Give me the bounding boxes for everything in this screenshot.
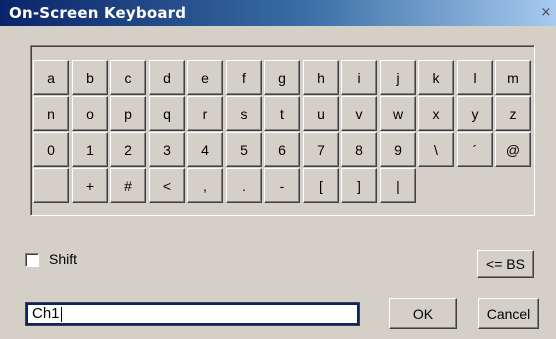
key-2-8[interactable]: 8 — [341, 132, 377, 167]
key-0-0[interactable]: a — [33, 60, 69, 95]
on-screen-keyboard-window: On-Screen Keyboard × abcdefghijklm nopqrs… — [0, 0, 556, 339]
key-0-7[interactable]: h — [303, 60, 339, 95]
key-3-7[interactable]: [ — [303, 168, 339, 203]
key-0-3[interactable]: d — [149, 60, 185, 95]
key-2-11[interactable]: ´ — [457, 132, 493, 167]
close-icon[interactable]: × — [539, 6, 553, 19]
key-1-1[interactable]: o — [72, 96, 108, 131]
key-1-7[interactable]: u — [303, 96, 339, 131]
key-2-4[interactable]: 4 — [187, 132, 223, 167]
ok-button[interactable]: OK — [389, 298, 457, 329]
text-input[interactable]: Ch1 — [25, 302, 360, 326]
key-3-1[interactable]: + — [72, 168, 108, 203]
key-1-6[interactable]: t — [264, 96, 300, 131]
key-3-5[interactable]: . — [226, 168, 262, 203]
key-0-10[interactable]: k — [418, 60, 454, 95]
key-1-12[interactable]: z — [495, 96, 531, 131]
key-2-7[interactable]: 7 — [303, 132, 339, 167]
key-1-2[interactable]: p — [110, 96, 146, 131]
key-0-1[interactable]: b — [72, 60, 108, 95]
key-0-6[interactable]: g — [264, 60, 300, 95]
shift-label: Shift — [49, 251, 78, 267]
backspace-button[interactable]: <= BS — [477, 250, 534, 278]
key-1-9[interactable]: w — [380, 96, 416, 131]
shift-checkbox[interactable] — [25, 253, 39, 267]
key-2-12[interactable]: @ — [495, 132, 531, 167]
key-2-2[interactable]: 2 — [110, 132, 146, 167]
key-2-3[interactable]: 3 — [149, 132, 185, 167]
key-1-5[interactable]: s — [226, 96, 262, 131]
key-0-5[interactable]: f — [226, 60, 262, 95]
key-0-12[interactable]: m — [495, 60, 531, 95]
text-caret — [60, 306, 62, 322]
key-0-8[interactable]: i — [341, 60, 377, 95]
key-3-8[interactable]: ] — [341, 168, 377, 203]
key-3-4[interactable]: , — [187, 168, 223, 203]
key-0-4[interactable]: e — [187, 60, 223, 95]
key-2-9[interactable]: 9 — [380, 132, 416, 167]
cancel-button[interactable]: Cancel — [478, 298, 539, 329]
key-0-11[interactable]: l — [457, 60, 493, 95]
key-3-0[interactable] — [33, 168, 69, 203]
key-0-9[interactable]: j — [380, 60, 416, 95]
text-input-value: Ch1 — [32, 305, 60, 322]
key-0-2[interactable]: c — [110, 60, 146, 95]
key-1-4[interactable]: r — [187, 96, 223, 131]
key-2-10[interactable]: \ — [418, 132, 454, 167]
key-1-11[interactable]: y — [457, 96, 493, 131]
key-2-0[interactable]: 0 — [33, 132, 69, 167]
key-1-10[interactable]: x — [418, 96, 454, 131]
title-bar: On-Screen Keyboard — [0, 0, 556, 26]
key-3-3[interactable]: < — [149, 168, 185, 203]
key-2-6[interactable]: 6 — [264, 132, 300, 167]
key-3-9[interactable]: | — [380, 168, 416, 203]
key-1-3[interactable]: q — [149, 96, 185, 131]
key-3-2[interactable]: # — [110, 168, 146, 203]
key-2-5[interactable]: 5 — [226, 132, 262, 167]
key-3-6[interactable]: - — [264, 168, 300, 203]
key-1-8[interactable]: v — [341, 96, 377, 131]
window-title: On-Screen Keyboard — [9, 4, 187, 22]
key-2-1[interactable]: 1 — [72, 132, 108, 167]
key-1-0[interactable]: n — [33, 96, 69, 131]
